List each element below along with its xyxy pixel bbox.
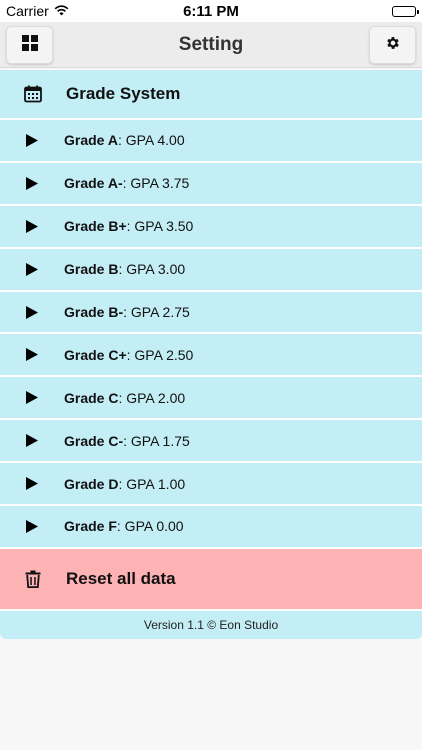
grade-label: Grade C+: GPA 2.50	[64, 346, 194, 363]
grade-label: Grade B+: GPA 3.50	[64, 218, 194, 235]
grade-row-b[interactable]: Grade B: GPA 3.00	[0, 249, 422, 292]
status-left: Carrier	[6, 3, 69, 19]
play-arrow-icon	[0, 305, 64, 319]
grade-label: Grade A: GPA 4.00	[64, 132, 185, 149]
grade-row-c[interactable]: Grade C: GPA 2.00	[0, 377, 422, 421]
play-arrow-icon	[0, 519, 64, 533]
settings-button[interactable]	[369, 26, 416, 64]
play-arrow-icon	[0, 434, 64, 448]
play-arrow-icon	[0, 391, 64, 405]
gear-icon	[385, 35, 401, 56]
grade-label: Grade F: GPA 0.00	[64, 518, 184, 535]
status-bar: Carrier 6:11 PM	[0, 0, 422, 22]
reset-all-data-button[interactable]: Reset all data	[0, 548, 422, 611]
play-arrow-icon	[0, 133, 64, 147]
grade-system-title: Grade System	[66, 84, 181, 103]
grade-row-b-plus[interactable]: Grade B+: GPA 3.50	[0, 206, 422, 249]
grade-label: Grade D: GPA 1.00	[64, 475, 186, 492]
play-arrow-icon	[0, 477, 64, 491]
settings-list: Grade System Grade A: GPA 4.00 Grade A-:…	[0, 70, 422, 639]
navigation-bar: Setting	[0, 22, 422, 68]
grade-row-a-minus[interactable]: Grade A-: GPA 3.75	[0, 163, 422, 206]
grade-label: Grade B: GPA 3.00	[64, 261, 186, 278]
grade-row-d[interactable]: Grade D: GPA 1.00	[0, 463, 422, 507]
play-arrow-icon	[0, 219, 64, 233]
grade-row-f[interactable]: Grade F: GPA 0.00	[0, 506, 422, 549]
grade-label: Grade C-: GPA 1.75	[64, 432, 190, 449]
grade-system-header[interactable]: Grade System	[0, 70, 422, 120]
calendar-icon	[0, 85, 66, 103]
grade-label: Grade B-: GPA 2.75	[64, 304, 190, 320]
carrier-label: Carrier	[6, 3, 49, 19]
reset-all-data-label: Reset all data	[66, 568, 176, 588]
play-arrow-icon	[0, 348, 64, 362]
grade-label: Grade C: GPA 2.00	[64, 389, 186, 406]
status-right	[392, 5, 419, 17]
grade-row-c-minus[interactable]: Grade C-: GPA 1.75	[0, 420, 422, 464]
version-footer: Version 1.1 © Eon Studio	[143, 617, 279, 632]
grade-row-a[interactable]: Grade A: GPA 4.00	[0, 120, 422, 163]
play-arrow-icon	[0, 176, 64, 190]
grade-label: Grade A-: GPA 3.75	[64, 175, 190, 192]
wifi-icon	[54, 3, 69, 19]
grade-row-c-plus[interactable]: Grade C+: GPA 2.50	[0, 334, 422, 378]
grade-list: Grade A: GPA 4.00 Grade A-: GPA 3.75 Gra…	[0, 120, 422, 549]
trash-icon	[0, 570, 66, 588]
page-title: Setting	[178, 34, 244, 55]
battery-icon	[392, 5, 419, 17]
grade-row-b-minus[interactable]: Grade B-: GPA 2.75	[0, 292, 422, 335]
play-arrow-icon	[0, 262, 64, 276]
